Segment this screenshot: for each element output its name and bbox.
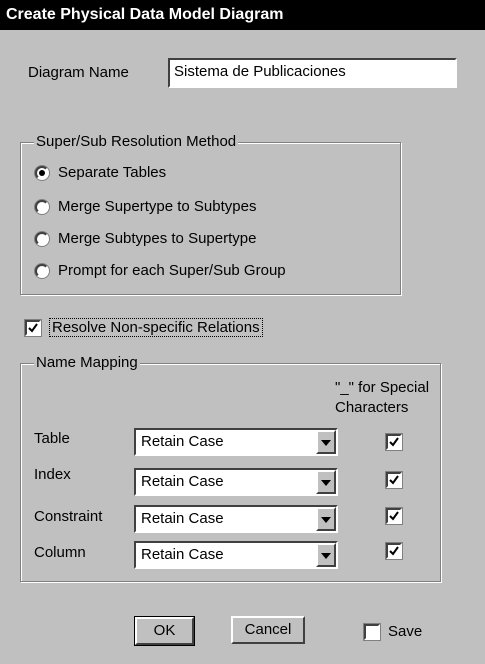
window-title-bar: Create Physical Data Model Diagram — [0, 0, 485, 30]
checkbox-checked-icon — [25, 319, 41, 336]
chevron-down-icon — [321, 553, 331, 559]
dropdown-arrow-button[interactable] — [316, 543, 336, 567]
window-title: Create Physical Data Model Diagram — [6, 6, 284, 23]
ok-button[interactable]: OK — [134, 616, 195, 646]
special-header-line2: Characters — [335, 399, 409, 416]
checkbox-unchecked-icon — [364, 623, 380, 640]
radio-label: Merge Supertype to Subtypes — [58, 198, 257, 215]
dropdown-arrow-button[interactable] — [316, 430, 336, 454]
mapping-label-table: Table — [34, 430, 70, 447]
diagram-name-input[interactable]: Sistema de Publicaciones — [168, 58, 457, 88]
radio-button-icon — [35, 165, 49, 180]
save-label: Save — [388, 623, 423, 640]
diagram-name-label: Diagram Name — [28, 64, 129, 81]
dropdown-arrow-button[interactable] — [316, 507, 336, 531]
special-characters-header: "_" for Special Characters — [335, 378, 429, 418]
checkbox-checked-icon — [386, 434, 402, 450]
resolution-method-title: Super/Sub Resolution Method — [34, 133, 239, 150]
radio-separate-tables[interactable]: Separate Tables — [35, 164, 166, 181]
mapping-dropdown-column[interactable]: Retain Case — [134, 541, 338, 569]
chevron-down-icon — [321, 440, 331, 446]
dropdown-value: Retain Case — [141, 433, 224, 450]
special-header-line1: "_" for Special — [335, 379, 430, 396]
resolve-nonspecific-checkbox[interactable]: Resolve Non-specific Relations — [25, 318, 263, 337]
special-checkbox-table[interactable] — [386, 434, 410, 450]
name-mapping-title: Name Mapping — [34, 354, 140, 371]
radio-prompt-each-group[interactable]: Prompt for each Super/Sub Group — [35, 262, 286, 279]
radio-button-icon — [35, 263, 49, 278]
dropdown-value: Retain Case — [141, 546, 224, 563]
dropdown-value: Retain Case — [141, 473, 224, 490]
mapping-label-column: Column — [34, 544, 86, 561]
checkbox-checked-icon — [386, 508, 402, 524]
save-checkbox[interactable]: Save — [364, 623, 422, 640]
radio-merge-supertype-to-subtypes[interactable]: Merge Supertype to Subtypes — [35, 198, 256, 215]
mapping-dropdown-index[interactable]: Retain Case — [134, 468, 338, 496]
special-checkbox-constraint[interactable] — [386, 508, 410, 524]
special-checkbox-index[interactable] — [386, 472, 410, 488]
mapping-dropdown-table[interactable]: Retain Case — [134, 428, 338, 456]
checkbox-checked-icon — [386, 472, 402, 488]
resolve-nonspecific-label: Resolve Non-specific Relations — [49, 318, 263, 337]
chevron-down-icon — [321, 517, 331, 523]
special-checkbox-column[interactable] — [386, 543, 410, 559]
diagram-name-value: Sistema de Publicaciones — [174, 63, 346, 80]
radio-selected-dot-icon — [39, 169, 45, 176]
radio-label: Separate Tables — [58, 164, 167, 181]
checkbox-checked-icon — [386, 543, 402, 559]
radio-label: Merge Subtypes to Supertype — [58, 230, 257, 247]
dropdown-arrow-button[interactable] — [316, 470, 336, 494]
radio-button-icon — [35, 231, 49, 246]
mapping-label-constraint: Constraint — [34, 508, 103, 525]
radio-label: Prompt for each Super/Sub Group — [58, 262, 286, 279]
dropdown-value: Retain Case — [141, 510, 224, 527]
mapping-dropdown-constraint[interactable]: Retain Case — [134, 505, 338, 533]
cancel-button[interactable]: Cancel — [231, 616, 305, 644]
radio-merge-subtypes-to-supertype[interactable]: Merge Subtypes to Supertype — [35, 230, 256, 247]
chevron-down-icon — [321, 480, 331, 486]
mapping-label-index: Index — [34, 466, 71, 483]
radio-button-icon — [35, 199, 49, 214]
